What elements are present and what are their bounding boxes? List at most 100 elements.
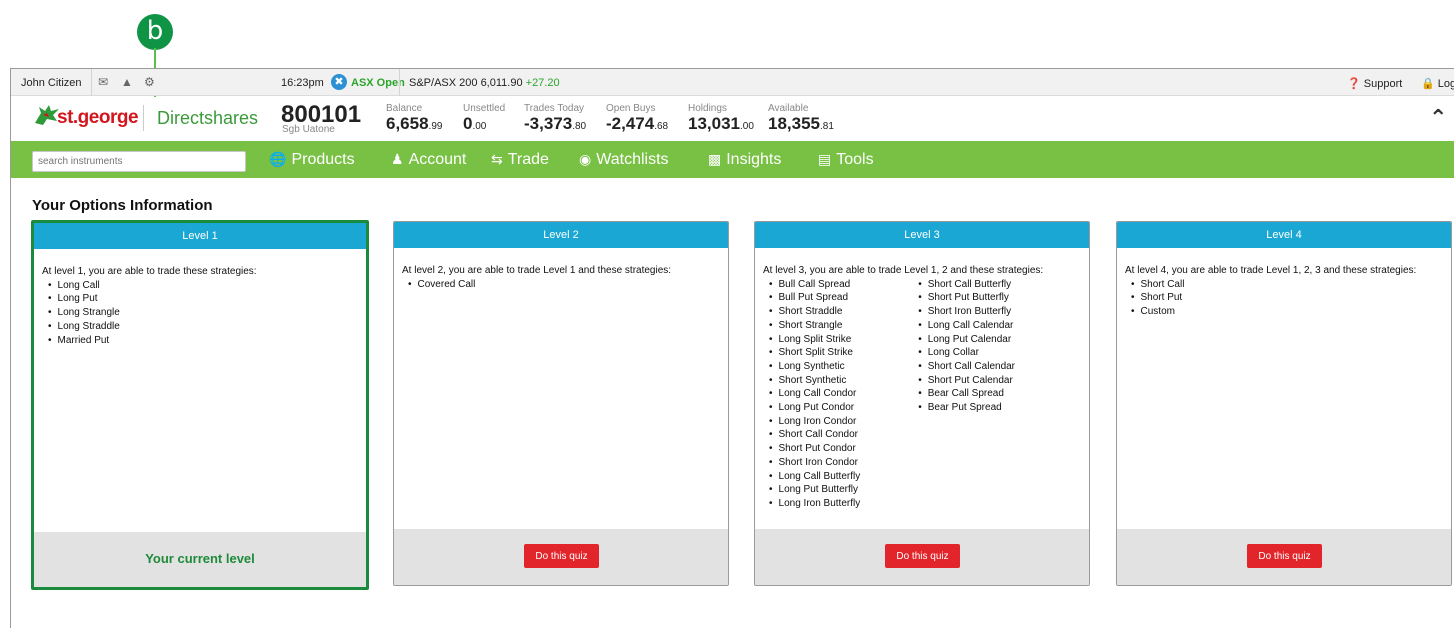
brand-logo-text[interactable]: st.george bbox=[57, 107, 139, 129]
support-link[interactable]: ❓ Support bbox=[1347, 77, 1402, 90]
strategy-columns: Short CallShort PutCustom bbox=[1125, 278, 1443, 319]
stat-value: 13,031 bbox=[688, 114, 740, 133]
nav-trade[interactable]: ⇆ Trade bbox=[491, 151, 549, 169]
nav-label: Account bbox=[408, 151, 467, 168]
stat-value: 18,355 bbox=[768, 114, 820, 133]
stat-available: Available 18,355.81 bbox=[768, 103, 834, 134]
strategy-columns: Covered Call bbox=[402, 278, 720, 292]
bar-chart-icon: ▤ bbox=[818, 151, 832, 167]
stat-decimals: .00 bbox=[740, 121, 754, 132]
strategy-item: Short Synthetic bbox=[763, 374, 860, 388]
strategy-item: Short Call bbox=[1125, 278, 1185, 292]
strategy-item: Short Put Calendar bbox=[912, 374, 1015, 388]
stat-open-buys: Open Buys -2,474.68 bbox=[606, 103, 668, 134]
nav-watchlists[interactable]: ◉ Watchlists bbox=[579, 151, 669, 169]
collapse-chevron-icon[interactable]: ⌃ bbox=[1429, 105, 1447, 131]
level-header: Level 2 bbox=[394, 222, 728, 248]
nav-tools[interactable]: ▤ Tools bbox=[818, 151, 874, 169]
quiz-button-level-4[interactable]: Do this quiz bbox=[1247, 544, 1322, 568]
strategy-item: Custom bbox=[1125, 305, 1184, 319]
strategy-item: Long Put Butterfly bbox=[763, 483, 860, 497]
stat-holdings: Holdings 13,031.00 bbox=[688, 103, 754, 134]
stat-label: Available bbox=[768, 103, 809, 114]
account-header: st.george Directshares 800101 Sgb Uatone… bbox=[11, 97, 1454, 141]
current-level-label: Your current level bbox=[145, 551, 255, 566]
level-header: Level 4 bbox=[1117, 222, 1451, 248]
nav-label: Tools bbox=[836, 151, 874, 168]
strategy-item: Long Straddle bbox=[42, 320, 120, 334]
strategy-columns: Bull Call SpreadBull Put SpreadShort Str… bbox=[763, 278, 1081, 511]
logout-link[interactable]: 🔒 Log out bbox=[1421, 77, 1454, 90]
strategy-item: Covered Call bbox=[402, 278, 476, 292]
level-intro: At level 3, you are able to trade Level … bbox=[763, 265, 1044, 276]
nav-label: Insights bbox=[726, 151, 782, 168]
alert-icon[interactable]: ▲ bbox=[121, 75, 133, 89]
index-ticker: S&P/ASX 200 6,011.90 +27.20 bbox=[409, 77, 560, 89]
user-icon: ♟ bbox=[391, 151, 404, 167]
quiz-button-level-2[interactable]: Do this quiz bbox=[524, 544, 599, 568]
search-input[interactable] bbox=[32, 151, 246, 172]
strategy-item: Long Split Strike bbox=[763, 333, 860, 347]
strategy-item: Bull Call Spread bbox=[763, 278, 860, 292]
stat-value: -3,373 bbox=[524, 114, 573, 133]
level-body: At level 3, you are able to trade Level … bbox=[755, 248, 1089, 511]
stat-decimals: .81 bbox=[820, 121, 834, 132]
globe-icon: 🌐 bbox=[269, 151, 287, 167]
strategy-item: Bull Put Spread bbox=[763, 291, 860, 305]
stat-trades-today: Trades Today -3,373.80 bbox=[524, 103, 586, 134]
level-card-1: Level 1 At level 1, you are able to trad… bbox=[31, 220, 369, 590]
strategy-item: Long Call bbox=[42, 279, 120, 293]
level-header: Level 3 bbox=[755, 222, 1089, 248]
strategy-item: Short Iron Butterfly bbox=[912, 305, 1015, 319]
strategy-item: Long Iron Butterfly bbox=[763, 497, 861, 511]
stat-label: Balance bbox=[386, 103, 423, 114]
divider bbox=[143, 105, 144, 131]
level-intro: At level 2, you are able to trade Level … bbox=[402, 265, 672, 276]
logout-label: Log out bbox=[1437, 78, 1454, 90]
nav-account[interactable]: ♟ Account bbox=[391, 151, 466, 169]
support-label: Support bbox=[1363, 78, 1403, 90]
strategy-item: Long Call Calendar bbox=[912, 319, 1015, 333]
strategy-item: Long Iron Condor bbox=[763, 415, 860, 429]
index-value: 6,011.90 bbox=[480, 77, 523, 89]
strategy-item: Short Put Condor bbox=[763, 442, 860, 456]
stat-label: Trades Today bbox=[524, 103, 585, 114]
level-body: At level 4, you are able to trade Level … bbox=[1117, 248, 1451, 319]
strategy-item: Short Put Butterfly bbox=[912, 291, 1015, 305]
stat-value: -2,474 bbox=[606, 114, 655, 133]
strategy-item: Married Put bbox=[42, 334, 120, 348]
stat-label: Unsettled bbox=[463, 103, 506, 114]
market-status: ASX Open bbox=[351, 77, 405, 89]
level-body: At level 1, you are able to trade these … bbox=[34, 249, 366, 347]
strategy-item: Bear Call Spread bbox=[912, 387, 1015, 401]
strategy-item: Short Call Calendar bbox=[912, 360, 1015, 374]
stat-label: Open Buys bbox=[606, 103, 656, 114]
level-card-2: Level 2 At level 2, you are able to trad… bbox=[393, 221, 729, 586]
strategy-list: Short CallShort PutCustom bbox=[1125, 278, 1185, 319]
strategy-list: Long CallLong PutLong StrangleLong Strad… bbox=[42, 279, 120, 348]
lock-icon: 🔒 bbox=[1421, 78, 1435, 90]
status-bar: John Citizen ✉ ▲ ⚙ 16:23pm ✖ ASX Open S&… bbox=[11, 69, 1454, 96]
mail-icon[interactable]: ✉ bbox=[98, 75, 108, 89]
stat-balance: Balance 6,658.99 bbox=[386, 103, 442, 134]
user-name[interactable]: John Citizen bbox=[21, 77, 82, 89]
stat-value: 6,658 bbox=[386, 114, 429, 133]
strategy-item: Short Split Strike bbox=[763, 346, 860, 360]
level-footer: Do this quiz bbox=[1117, 529, 1451, 585]
divider bbox=[399, 69, 400, 96]
nav-products[interactable]: 🌐 Products bbox=[269, 151, 355, 169]
nav-label: Trade bbox=[507, 151, 549, 168]
gear-icon[interactable]: ⚙ bbox=[144, 75, 155, 89]
index-change: +27.20 bbox=[525, 77, 560, 89]
level-footer: Do this quiz bbox=[394, 529, 728, 585]
strategy-list: Bull Call SpreadBull Put SpreadShort Str… bbox=[763, 278, 861, 511]
strategy-item: Long Call Condor bbox=[763, 387, 860, 401]
strategy-item: Bear Put Spread bbox=[912, 401, 1015, 415]
stat-unsettled: Unsettled 0.00 bbox=[463, 103, 505, 134]
strategy-item: Short Call Condor bbox=[763, 428, 860, 442]
quiz-button-level-3[interactable]: Do this quiz bbox=[885, 544, 960, 568]
strategy-list-secondary: Short Call ButterflyShort Put ButterflyS… bbox=[912, 278, 1015, 511]
nav-insights[interactable]: ▩ Insights bbox=[708, 151, 781, 169]
strategy-item: Long Put Calendar bbox=[912, 333, 1015, 347]
level-footer: Do this quiz bbox=[755, 529, 1089, 585]
